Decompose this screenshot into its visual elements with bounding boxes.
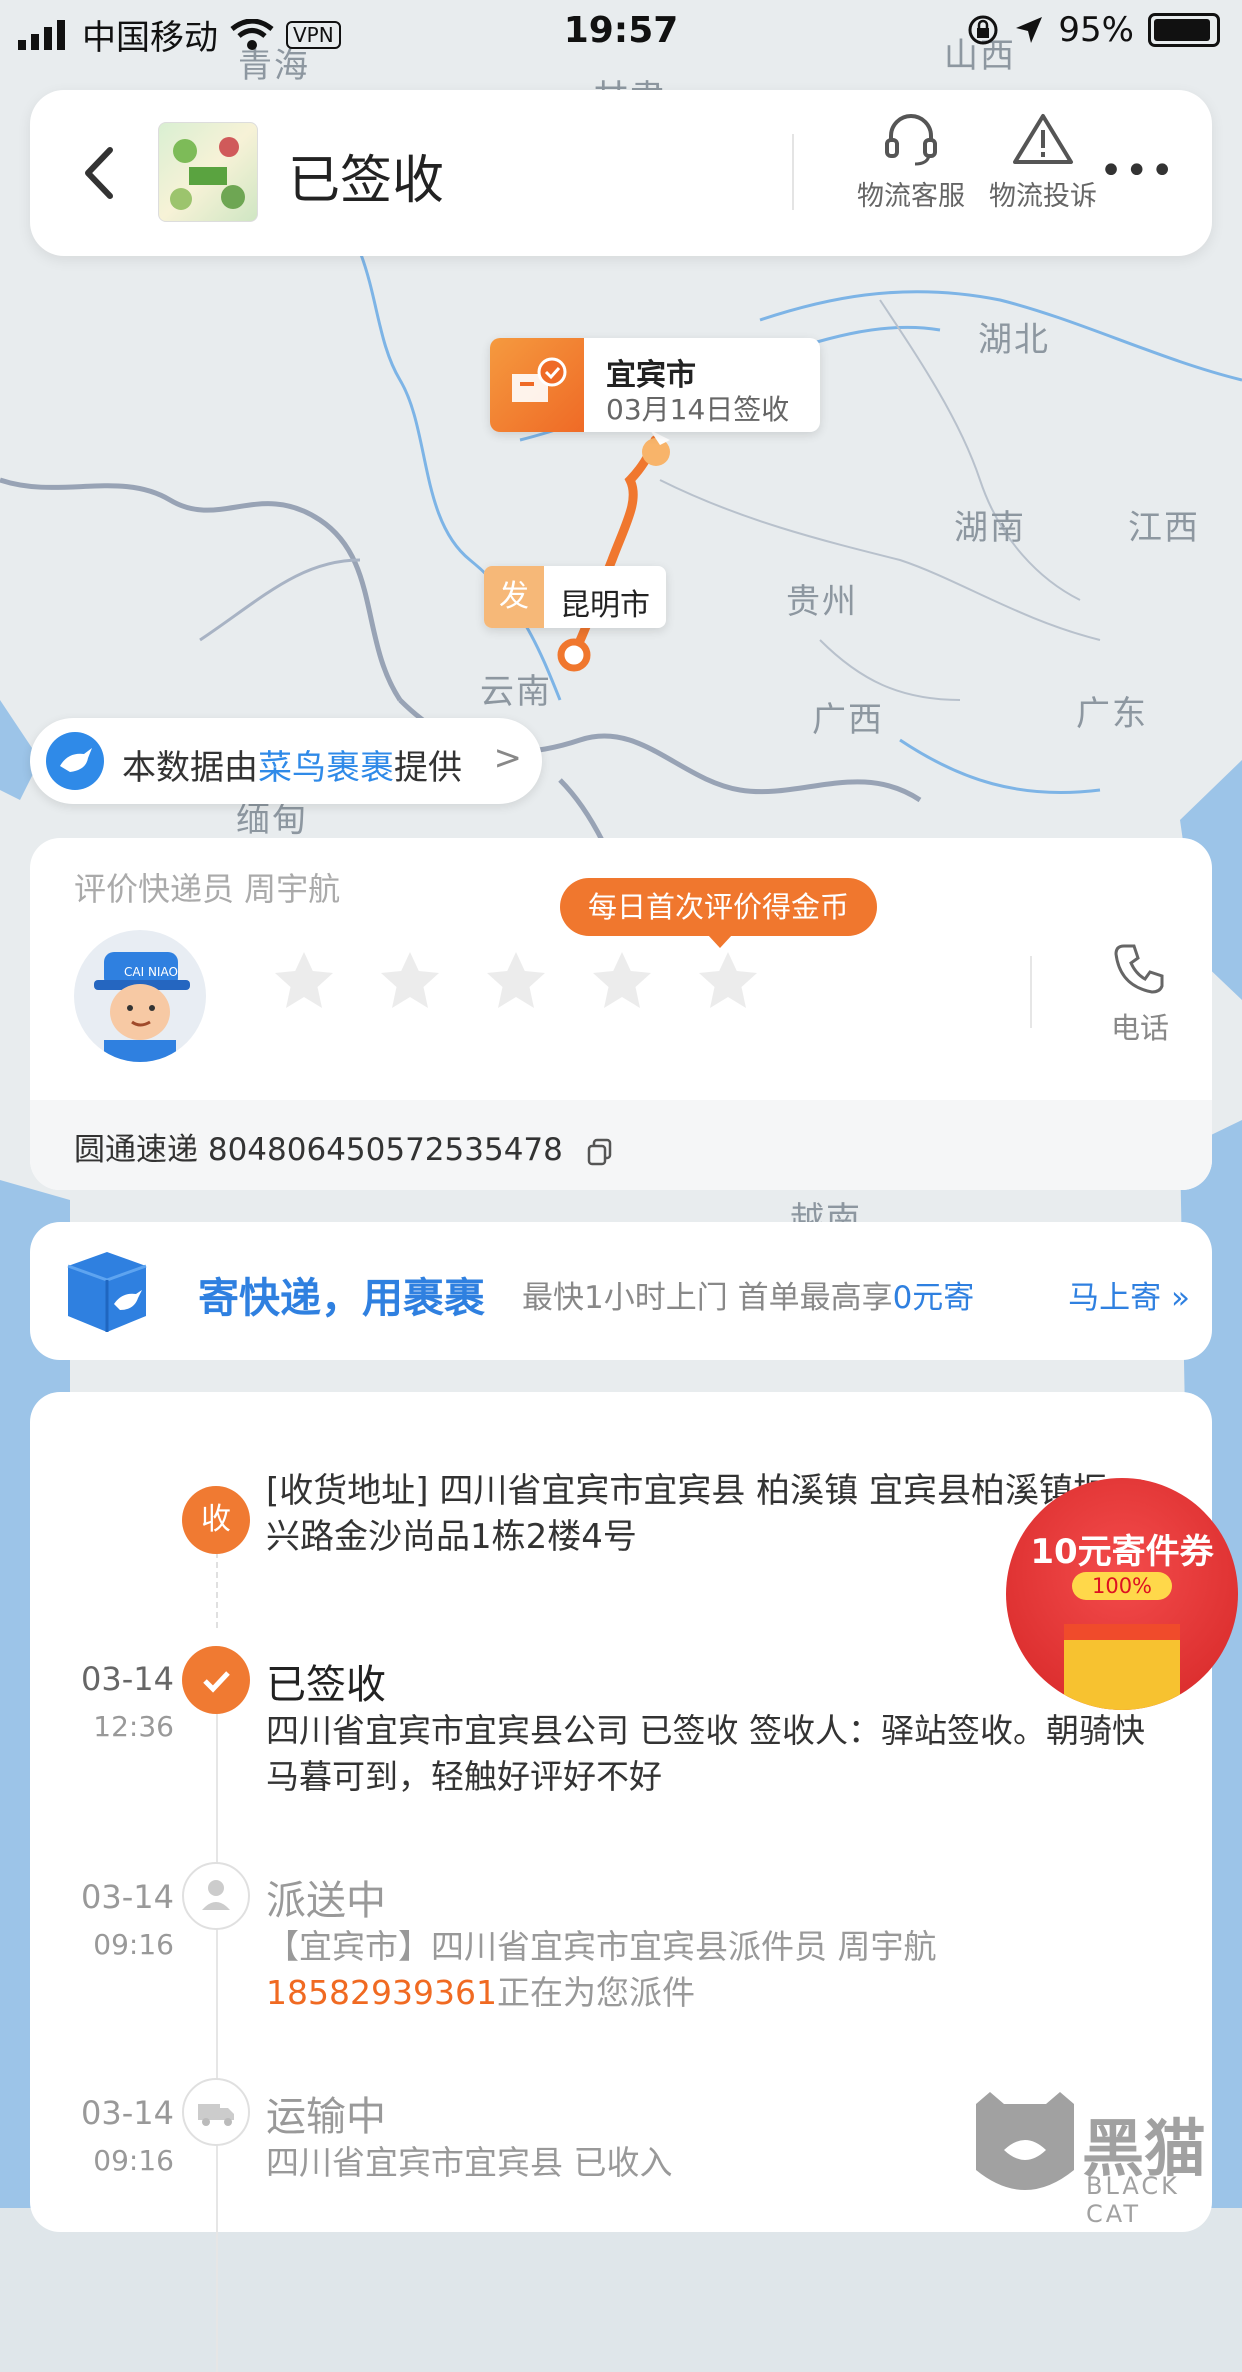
logistics-complaint-button[interactable]: 物流投诉 bbox=[978, 112, 1108, 213]
package-box-icon bbox=[67, 1252, 147, 1332]
header-card: 已签收 物流客服 物流投诉 ••• bbox=[30, 90, 1212, 256]
tracking-number[interactable]: 圆通速递 804806450572535478 bbox=[74, 1124, 615, 1169]
map-label: 广西 bbox=[812, 700, 884, 740]
address-node: 收 bbox=[182, 1486, 250, 1554]
send-express-banner[interactable]: 寄快递，用裹裹 最快1小时上门 首单最高享0元寄 马上寄 » bbox=[30, 1222, 1212, 1360]
rating-star-icon[interactable] bbox=[694, 948, 762, 1016]
coupon-title: 10元寄件券 bbox=[1030, 1532, 1214, 1572]
copy-icon[interactable] bbox=[585, 1137, 615, 1167]
destination-marker[interactable]: 宜宾市 03月14日签收 bbox=[490, 338, 820, 432]
watermark: 黑猫 BLACK CAT bbox=[970, 2090, 1242, 2228]
event-date: 03-14 bbox=[81, 2094, 174, 2132]
timeline-dashed-connector bbox=[216, 1542, 220, 1628]
data-provider-text: 本数据由菜鸟裹裹提供 bbox=[122, 748, 462, 788]
origin-city: 昆明市 bbox=[560, 588, 650, 623]
map-label: 湖北 bbox=[978, 320, 1050, 360]
tracking-number-row: 圆通速递 804806450572535478 bbox=[30, 1100, 1212, 1190]
rating-star-icon[interactable] bbox=[482, 948, 550, 1016]
logistics-complaint-label: 物流投诉 bbox=[989, 181, 1097, 212]
map-label: 广东 bbox=[1076, 694, 1148, 734]
map-label: 云南 bbox=[480, 672, 552, 712]
chevron-right-icon: > bbox=[493, 738, 523, 778]
logistics-service-button[interactable]: 物流客服 bbox=[846, 112, 976, 213]
courier-person-icon bbox=[182, 1862, 250, 1930]
event-date: 03-14 bbox=[81, 1660, 174, 1698]
event-title: 已签收 bbox=[266, 1662, 386, 1708]
battery-icon bbox=[1148, 13, 1220, 47]
send-banner-title: 寄快递，用裹裹 bbox=[198, 1274, 485, 1322]
cainiao-logo-icon bbox=[46, 732, 104, 790]
courier-avatar: CAI NIAO bbox=[74, 930, 206, 1062]
event-time: 09:16 bbox=[93, 2144, 174, 2177]
event-detail: 【宜宾市】四川省宜宾市宜宾县派件员 周宇航 18582939361正在为您派件 bbox=[266, 1927, 937, 2012]
provider-name: 菜鸟裹裹 bbox=[258, 748, 394, 788]
rate-divider bbox=[1030, 956, 1032, 1028]
status-bar: 中国移动 VPN 19:57 95% bbox=[0, 0, 1242, 64]
battery-percent: 95% bbox=[1058, 10, 1134, 50]
product-thumbnail[interactable] bbox=[158, 122, 258, 222]
package-delivered-icon bbox=[490, 338, 584, 432]
page-title: 已签收 bbox=[288, 151, 445, 211]
send-banner-desc: 最快1小时上门 首单最高享0元寄 bbox=[522, 1280, 975, 1316]
event-title: 运输中 bbox=[266, 2094, 386, 2140]
event-title: 派送中 bbox=[266, 1878, 386, 1924]
coupon-percent: 100% bbox=[1072, 1572, 1172, 1600]
truck-icon bbox=[182, 2078, 250, 2146]
product-image bbox=[170, 137, 245, 210]
phone-icon bbox=[1114, 944, 1164, 994]
coupon-float-button[interactable]: 10元寄件券 100% bbox=[1006, 1478, 1238, 1710]
logistics-service-label: 物流客服 bbox=[857, 181, 965, 212]
timeline-connector bbox=[216, 1672, 218, 2372]
rating-star-icon[interactable] bbox=[376, 948, 444, 1016]
star-rating[interactable] bbox=[270, 948, 762, 1016]
call-courier-button[interactable]: 电话 bbox=[1080, 938, 1200, 1047]
warning-icon bbox=[1013, 114, 1073, 164]
back-arrow-icon[interactable] bbox=[70, 138, 130, 208]
event-date: 03-14 bbox=[81, 1878, 174, 1916]
call-label: 电话 bbox=[1110, 1011, 1169, 1045]
origin-tag: 发 bbox=[484, 566, 544, 628]
courier-rating-card: 评价快递员 周宇航 CAI NIAO 每日首次评价得金币 电话 圆通速递 804… bbox=[30, 838, 1212, 1190]
send-now-link[interactable]: 马上寄 » bbox=[1068, 1272, 1190, 1317]
rating-star-icon[interactable] bbox=[270, 948, 338, 1016]
map-label: 湖南 bbox=[954, 508, 1026, 548]
map-label: 贵州 bbox=[786, 582, 858, 622]
rotation-lock-icon bbox=[968, 15, 998, 45]
delivery-address: [收货地址] 四川省宜宾市宜宾县 柏溪镇 宜宾县柏溪镇振兴路金沙尚品1栋2楼4号 bbox=[266, 1471, 1107, 1557]
location-arrow-icon bbox=[1016, 17, 1043, 43]
headset-icon bbox=[885, 114, 937, 166]
map-label: 江西 bbox=[1128, 508, 1200, 548]
black-cat-logo-icon bbox=[976, 2092, 1074, 2190]
coin-reward-bubble: 每日首次评价得金币 bbox=[560, 878, 878, 948]
watermark-subtext: BLACK CAT bbox=[1086, 2172, 1180, 2228]
checkmark-icon bbox=[182, 1646, 250, 1714]
rate-courier-label: 评价快递员 周宇航 bbox=[74, 870, 341, 908]
event-time: 09:16 bbox=[93, 1928, 174, 1961]
data-provider-pill[interactable]: 本数据由菜鸟裹裹提供 > bbox=[30, 718, 542, 804]
event-detail: 四川省宜宾市宜宾县公司 已签收 签收人：驿站签收。朝骑快马暮可到，轻触好评好不好 bbox=[266, 1711, 1145, 1796]
avatar-cap-text: CAI NIAO bbox=[124, 965, 178, 979]
gift-box-icon bbox=[1064, 1624, 1180, 1710]
event-time: 12:36 bbox=[93, 1710, 174, 1743]
more-menu-icon[interactable]: ••• bbox=[1099, 148, 1176, 194]
header-divider bbox=[792, 134, 794, 210]
courier-phone-link[interactable]: 18582939361 bbox=[266, 1973, 497, 2012]
destination-status: 03月14日签收 bbox=[606, 393, 790, 426]
origin-marker[interactable]: 发 昆明市 bbox=[484, 566, 666, 628]
rating-star-icon[interactable] bbox=[588, 948, 656, 1016]
